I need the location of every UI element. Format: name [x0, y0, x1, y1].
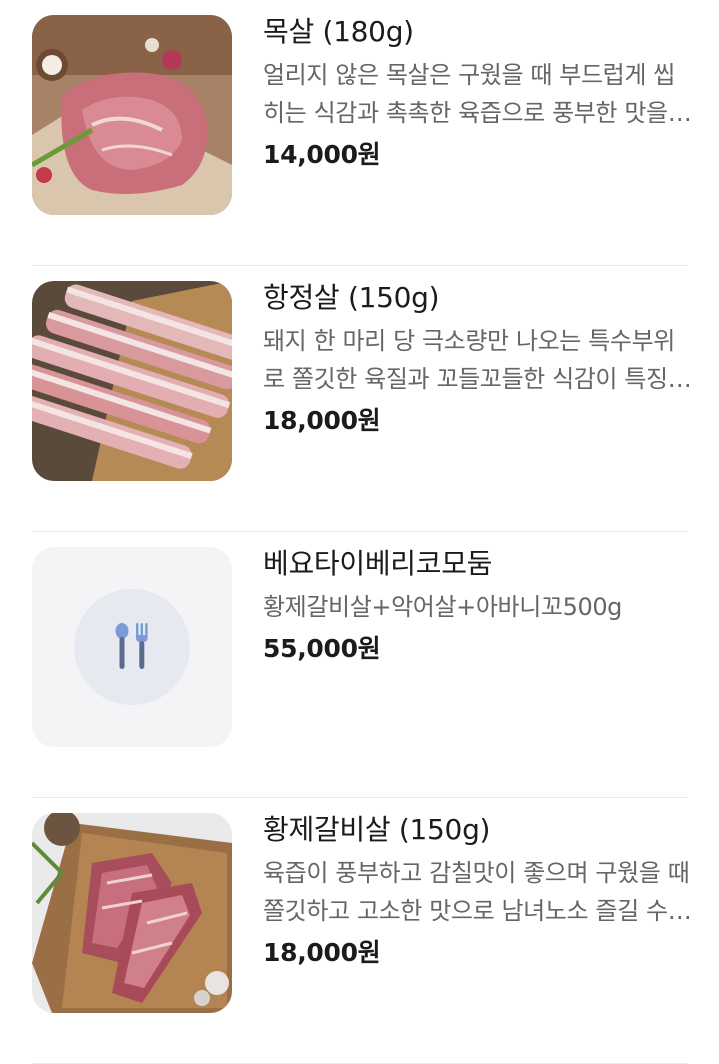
pork-rib-photo [32, 813, 232, 1013]
menu-item[interactable]: 황제갈비살 (150g) 육즙이 풍부하고 감칠맛이 좋으며 구웠을 때 쫄깃하… [32, 798, 690, 1064]
item-info: 베요타이베리코모둠 황제갈비살+악어살+아바니꼬500g 55,000원 [263, 546, 693, 666]
placeholder-circle [74, 589, 190, 705]
item-info: 목살 (180g) 얼리지 않은 목살은 구웠을 때 부드럽게 씹히는 식감과 … [263, 14, 693, 172]
menu-item[interactable]: 항정살 (150g) 돼지 한 마리 당 극소량만 나오는 특수부위로 쫄깃한 … [32, 266, 690, 532]
item-price: 14,000원 [263, 140, 381, 169]
menu-item[interactable]: 목살 (180g) 얼리지 않은 목살은 구웠을 때 부드럽게 씹히는 식감과 … [32, 0, 688, 266]
item-info: 항정살 (150g) 돼지 한 마리 당 극소량만 나오는 특수부위로 쫄깃한 … [263, 280, 693, 438]
item-name: 목살 (180g) [263, 15, 414, 48]
item-description: 돼지 한 마리 당 극소량만 나오는 특수부위로 쫄깃한 육질과 꼬들꼬들한 식… [263, 327, 690, 393]
item-price: 18,000원 [263, 406, 381, 435]
item-price: 18,000원 [263, 938, 381, 967]
utensils-icon [115, 623, 148, 669]
pork-jowl-photo [32, 281, 232, 481]
menu-item[interactable]: 베요타이베리코모둠 황제갈비살+악어살+아바니꼬500g 55,000원 [32, 532, 688, 798]
item-name: 베요타이베리코모둠 [263, 547, 493, 580]
item-name: 황제갈비살 (150g) [263, 813, 491, 846]
item-info: 황제갈비살 (150g) 육즙이 풍부하고 감칠맛이 좋으며 구웠을 때 쫄깃하… [263, 812, 693, 970]
image-placeholder [32, 547, 232, 747]
item-description: 얼리지 않은 목살은 구웠을 때 부드럽게 씹히는 식감과 촉촉한 육즙으로 풍… [263, 61, 675, 127]
item-description: 육즙이 풍부하고 감칠맛이 좋으며 구웠을 때 쫄깃하고 고소한 맛으로 남녀노… [263, 859, 690, 925]
item-price: 55,000원 [263, 634, 381, 663]
item-name: 항정살 (150g) [263, 281, 440, 314]
pork-neck-photo [32, 15, 232, 215]
item-description: 황제갈비살+악어살+아바니꼬500g [263, 593, 623, 621]
